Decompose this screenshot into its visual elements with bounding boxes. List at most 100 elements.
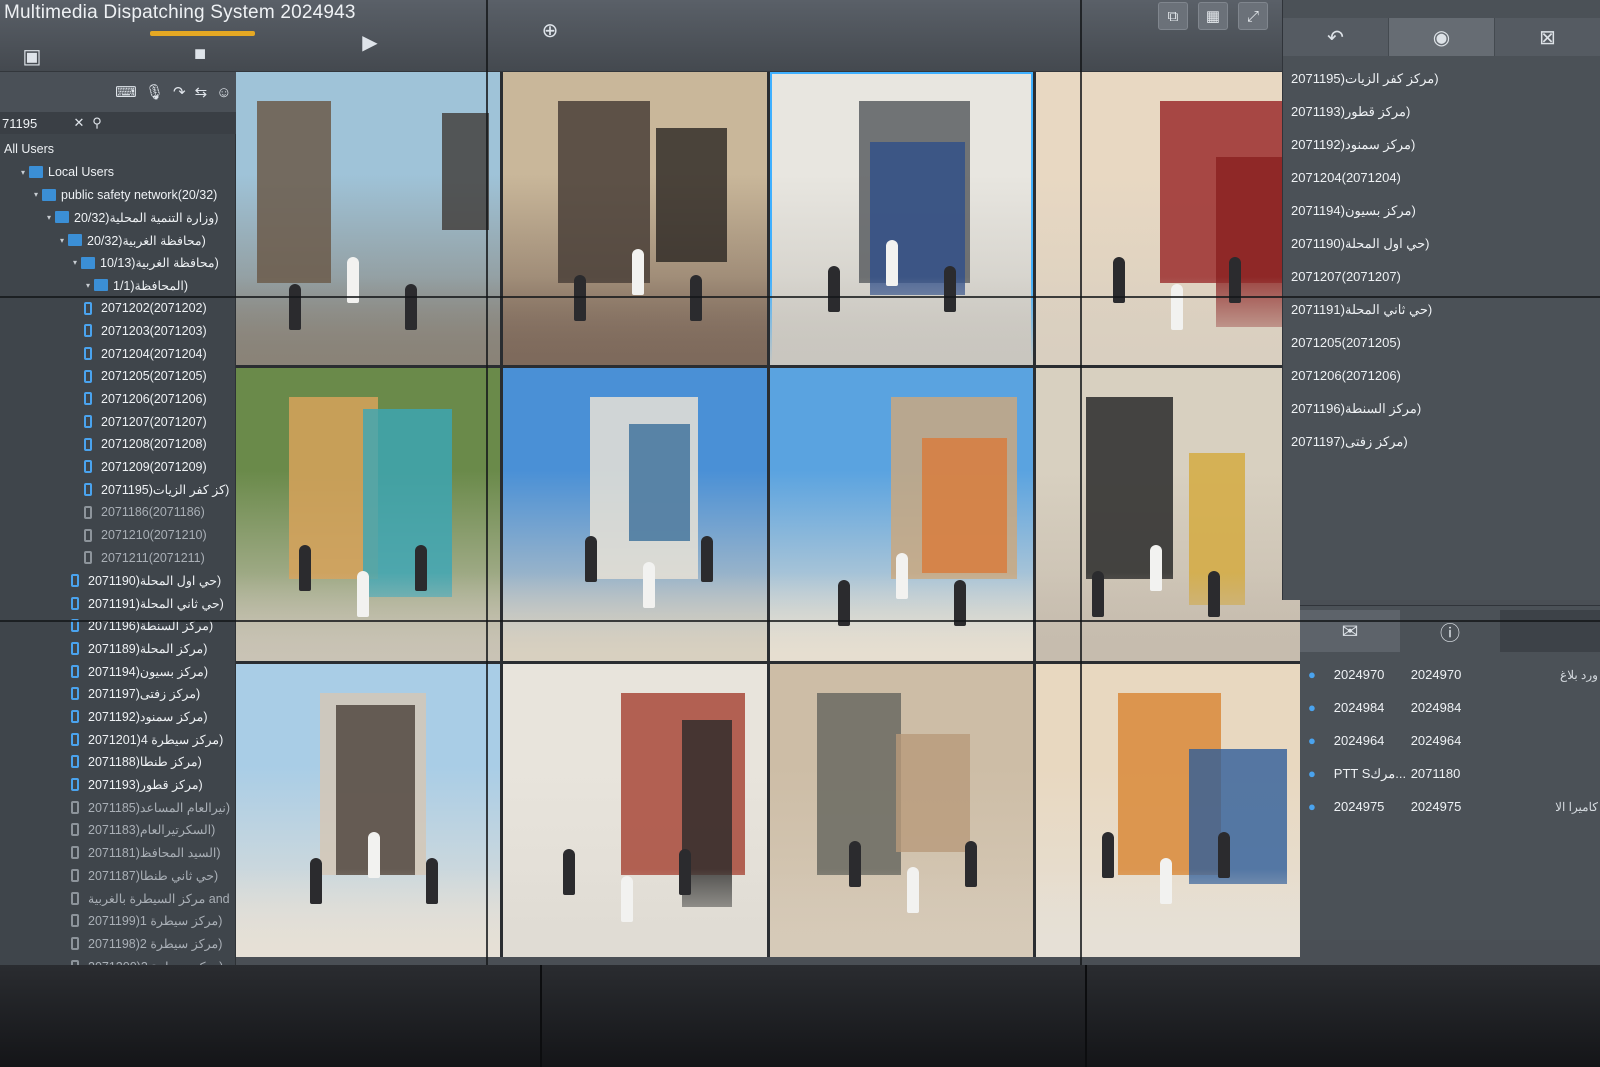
video-tile-courtyard-crowd[interactable] xyxy=(236,72,500,365)
video-off-icon[interactable]: ⊠ xyxy=(1495,18,1600,56)
tree-device-item[interactable]: 2071201)مركز سيطرة 4) xyxy=(0,728,236,751)
expand-arrow-icon[interactable]: ▾ xyxy=(56,236,68,245)
tree-device-item[interactable]: 2071187)حي ثاني طنطا) xyxy=(0,864,236,887)
undo-icon[interactable]: ↶ xyxy=(1283,18,1389,56)
message-to: 2024964 xyxy=(1410,733,1462,748)
device-icon xyxy=(84,437,92,451)
monitor-icon[interactable]: ▣ xyxy=(18,42,46,70)
online-user-item[interactable]: 2071190)حي اول المحلة) xyxy=(1289,227,1589,260)
video-tile-schoolyard[interactable] xyxy=(769,368,1034,661)
microphone-icon[interactable]: 🎙 xyxy=(145,82,164,102)
scene-person xyxy=(584,535,597,582)
search-icon[interactable]: ⚲ xyxy=(88,115,106,131)
message-row[interactable]: ● 2024964 2024964 xyxy=(1308,724,1598,757)
tree-device-item[interactable]: 2071181)السيد المحافظ) xyxy=(0,841,236,864)
camera-icon[interactable]: ◉ xyxy=(1389,18,1495,56)
online-user-item[interactable]: 2071207(2071207) xyxy=(1289,260,1589,293)
tree-device-item[interactable]: 2071211(2071211) xyxy=(0,546,236,569)
tree-folder-item[interactable]: ▾ 10/13)محافظة الغربية) xyxy=(0,251,236,274)
tree-device-item[interactable]: 2071186(2071186) xyxy=(0,501,236,524)
device-icon xyxy=(71,846,79,860)
tree-folder-item[interactable]: ▾ 1/1)المحافظة) xyxy=(0,274,236,297)
tree-device-item[interactable]: 2071196)مركز السنطة) xyxy=(0,614,236,637)
tree-device-item[interactable]: 2071207(2071207) xyxy=(0,410,236,433)
video-tile-corridor-people[interactable] xyxy=(1036,664,1300,957)
tree-device-item[interactable]: 2071183)السكرتيرالعام) xyxy=(0,819,236,842)
tree-device-item[interactable]: 2071192)مركز سمنود) xyxy=(0,705,236,728)
scene-person xyxy=(1218,831,1231,878)
tree-device-item[interactable]: 2071205(2071205) xyxy=(0,365,236,388)
online-user-item[interactable]: 2071194)مركز بسيون) xyxy=(1289,194,1589,227)
online-user-item[interactable]: 2071196)مركز السنطة) xyxy=(1289,392,1589,425)
online-user-item[interactable]: 2071204(2071204) xyxy=(1289,161,1589,194)
tree-device-item[interactable]: 2071191)حي ثاني المحلة) xyxy=(0,592,236,615)
camera-icon[interactable]: ■ xyxy=(186,40,214,68)
expand-arrow-icon[interactable]: ▾ xyxy=(30,190,42,199)
video-tile-building-corner[interactable] xyxy=(769,664,1034,957)
expand-arrow-icon[interactable]: ▾ xyxy=(43,213,55,222)
tree-device-item[interactable]: 2071188)مركز طنطا) xyxy=(0,751,236,774)
tree-folder-item[interactable]: ▾ 20/32)محافظة الغربية) xyxy=(0,229,236,252)
video-icon[interactable]: ▶ xyxy=(356,28,384,56)
expand-arrow-icon[interactable]: ▾ xyxy=(17,168,29,177)
window-icon[interactable]: ⧉ xyxy=(1158,2,1188,30)
search-row: ✕ ⚲ xyxy=(0,112,236,134)
fullscreen-icon[interactable]: ⤢ xyxy=(1238,2,1268,30)
contact-icon[interactable]: ☺ xyxy=(216,82,231,102)
tree-device-item[interactable]: 2071193)مركز قطور) xyxy=(0,773,236,796)
tree-device-item[interactable]: 2071204(2071204) xyxy=(0,342,236,365)
tree-device-item[interactable]: 2071195)كز كفر الزيات) xyxy=(0,478,236,501)
tree-device-item[interactable]: 2071185)نيرالعام المساعد) xyxy=(0,796,236,819)
message-row[interactable]: ● 2024975 2024975 كاميرا الا xyxy=(1308,790,1598,823)
add-icon[interactable]: ⊕ xyxy=(536,16,564,44)
user-icon: ● xyxy=(1308,700,1316,715)
video-tile-gate-emblem[interactable] xyxy=(769,72,1034,365)
video-tile-gate-alley[interactable] xyxy=(502,664,767,957)
tree-folder-item[interactable]: All Users xyxy=(0,138,236,161)
redo-icon[interactable]: ↷ xyxy=(173,82,186,102)
online-user-item[interactable]: 2071193)مركز قطور) xyxy=(1289,95,1589,128)
tree-device-item[interactable]: 2071202(2071202) xyxy=(0,297,236,320)
video-tile-tent-crowd[interactable] xyxy=(502,72,767,365)
transfer-icon[interactable]: ⇆ xyxy=(195,82,208,102)
online-user-item[interactable]: 2071197)مركز زفتى) xyxy=(1289,425,1589,458)
tree-device-item[interactable]: 2071198)مركز سيطرة 2) xyxy=(0,932,236,955)
tree-device-item[interactable]: 2071189)مركز المحلة) xyxy=(0,637,236,660)
tree-device-item[interactable]: 2071208(2071208) xyxy=(0,433,236,456)
video-tile-wall-poster[interactable] xyxy=(236,368,500,661)
tree-device-item[interactable]: 2071203(2071203) xyxy=(0,320,236,343)
tree-device-item[interactable]: 2071199)مركز سيطرة 1) xyxy=(0,909,236,932)
video-tile-school-entrance[interactable] xyxy=(502,368,767,661)
tree-folder-item[interactable]: ▾ 20/32)وزارة التنمية المحلية) xyxy=(0,206,236,229)
search-input[interactable] xyxy=(0,113,70,133)
expand-arrow-icon[interactable]: ▾ xyxy=(69,258,81,267)
user-icon: ● xyxy=(1308,667,1316,682)
expand-arrow-icon[interactable]: ▾ xyxy=(82,281,94,290)
message-row[interactable]: ● 2024970 2024970 ورد بلاغ xyxy=(1308,658,1598,691)
tree-folder-item[interactable]: ▾ public safety network(20/32) xyxy=(0,183,236,206)
device-icon xyxy=(71,800,79,814)
online-user-item[interactable]: 2071195)مركز كفر الزيات) xyxy=(1289,62,1589,95)
online-user-item[interactable]: 2071192)مركز سمنود) xyxy=(1289,128,1589,161)
clear-icon[interactable]: ✕ xyxy=(70,115,88,131)
tree-device-item[interactable]: 2071209(2071209) xyxy=(0,456,236,479)
tree-device-item[interactable]: 2071190)حي اول المحلة) xyxy=(0,569,236,592)
tree-device-item[interactable]: 2071210(2071210) xyxy=(0,524,236,547)
device-icon xyxy=(71,573,79,587)
message-row[interactable]: ● PTT Sمرك... 2071180 xyxy=(1308,757,1598,790)
tree-device-item[interactable]: مركز السيطرة بالغربية and xyxy=(0,887,236,910)
grid-layout-icon[interactable]: ▦ xyxy=(1198,2,1228,30)
tree-device-item[interactable]: 2071197)مركز زفتى) xyxy=(0,683,236,706)
tree-device-item[interactable]: 2071194)مركز بسيون) xyxy=(0,660,236,683)
video-tile-hall-interior[interactable] xyxy=(1036,368,1300,661)
online-user-item[interactable]: 2071205(2071205) xyxy=(1289,326,1589,359)
tree-folder-item[interactable]: ▾ Local Users xyxy=(0,161,236,184)
video-tile-tent-seated[interactable] xyxy=(1036,72,1300,365)
alert-icon[interactable]: ⓘ xyxy=(1400,610,1500,652)
tree-device-item[interactable]: 2071206(2071206) xyxy=(0,388,236,411)
message-row[interactable]: ● 2024984 2024984 xyxy=(1308,691,1598,724)
online-user-item[interactable]: 2071206(2071206) xyxy=(1289,359,1589,392)
mail-icon[interactable]: ✉ xyxy=(1300,610,1400,652)
video-tile-street-walker[interactable] xyxy=(236,664,500,957)
keyboard-icon[interactable]: ⌨ xyxy=(115,82,137,102)
